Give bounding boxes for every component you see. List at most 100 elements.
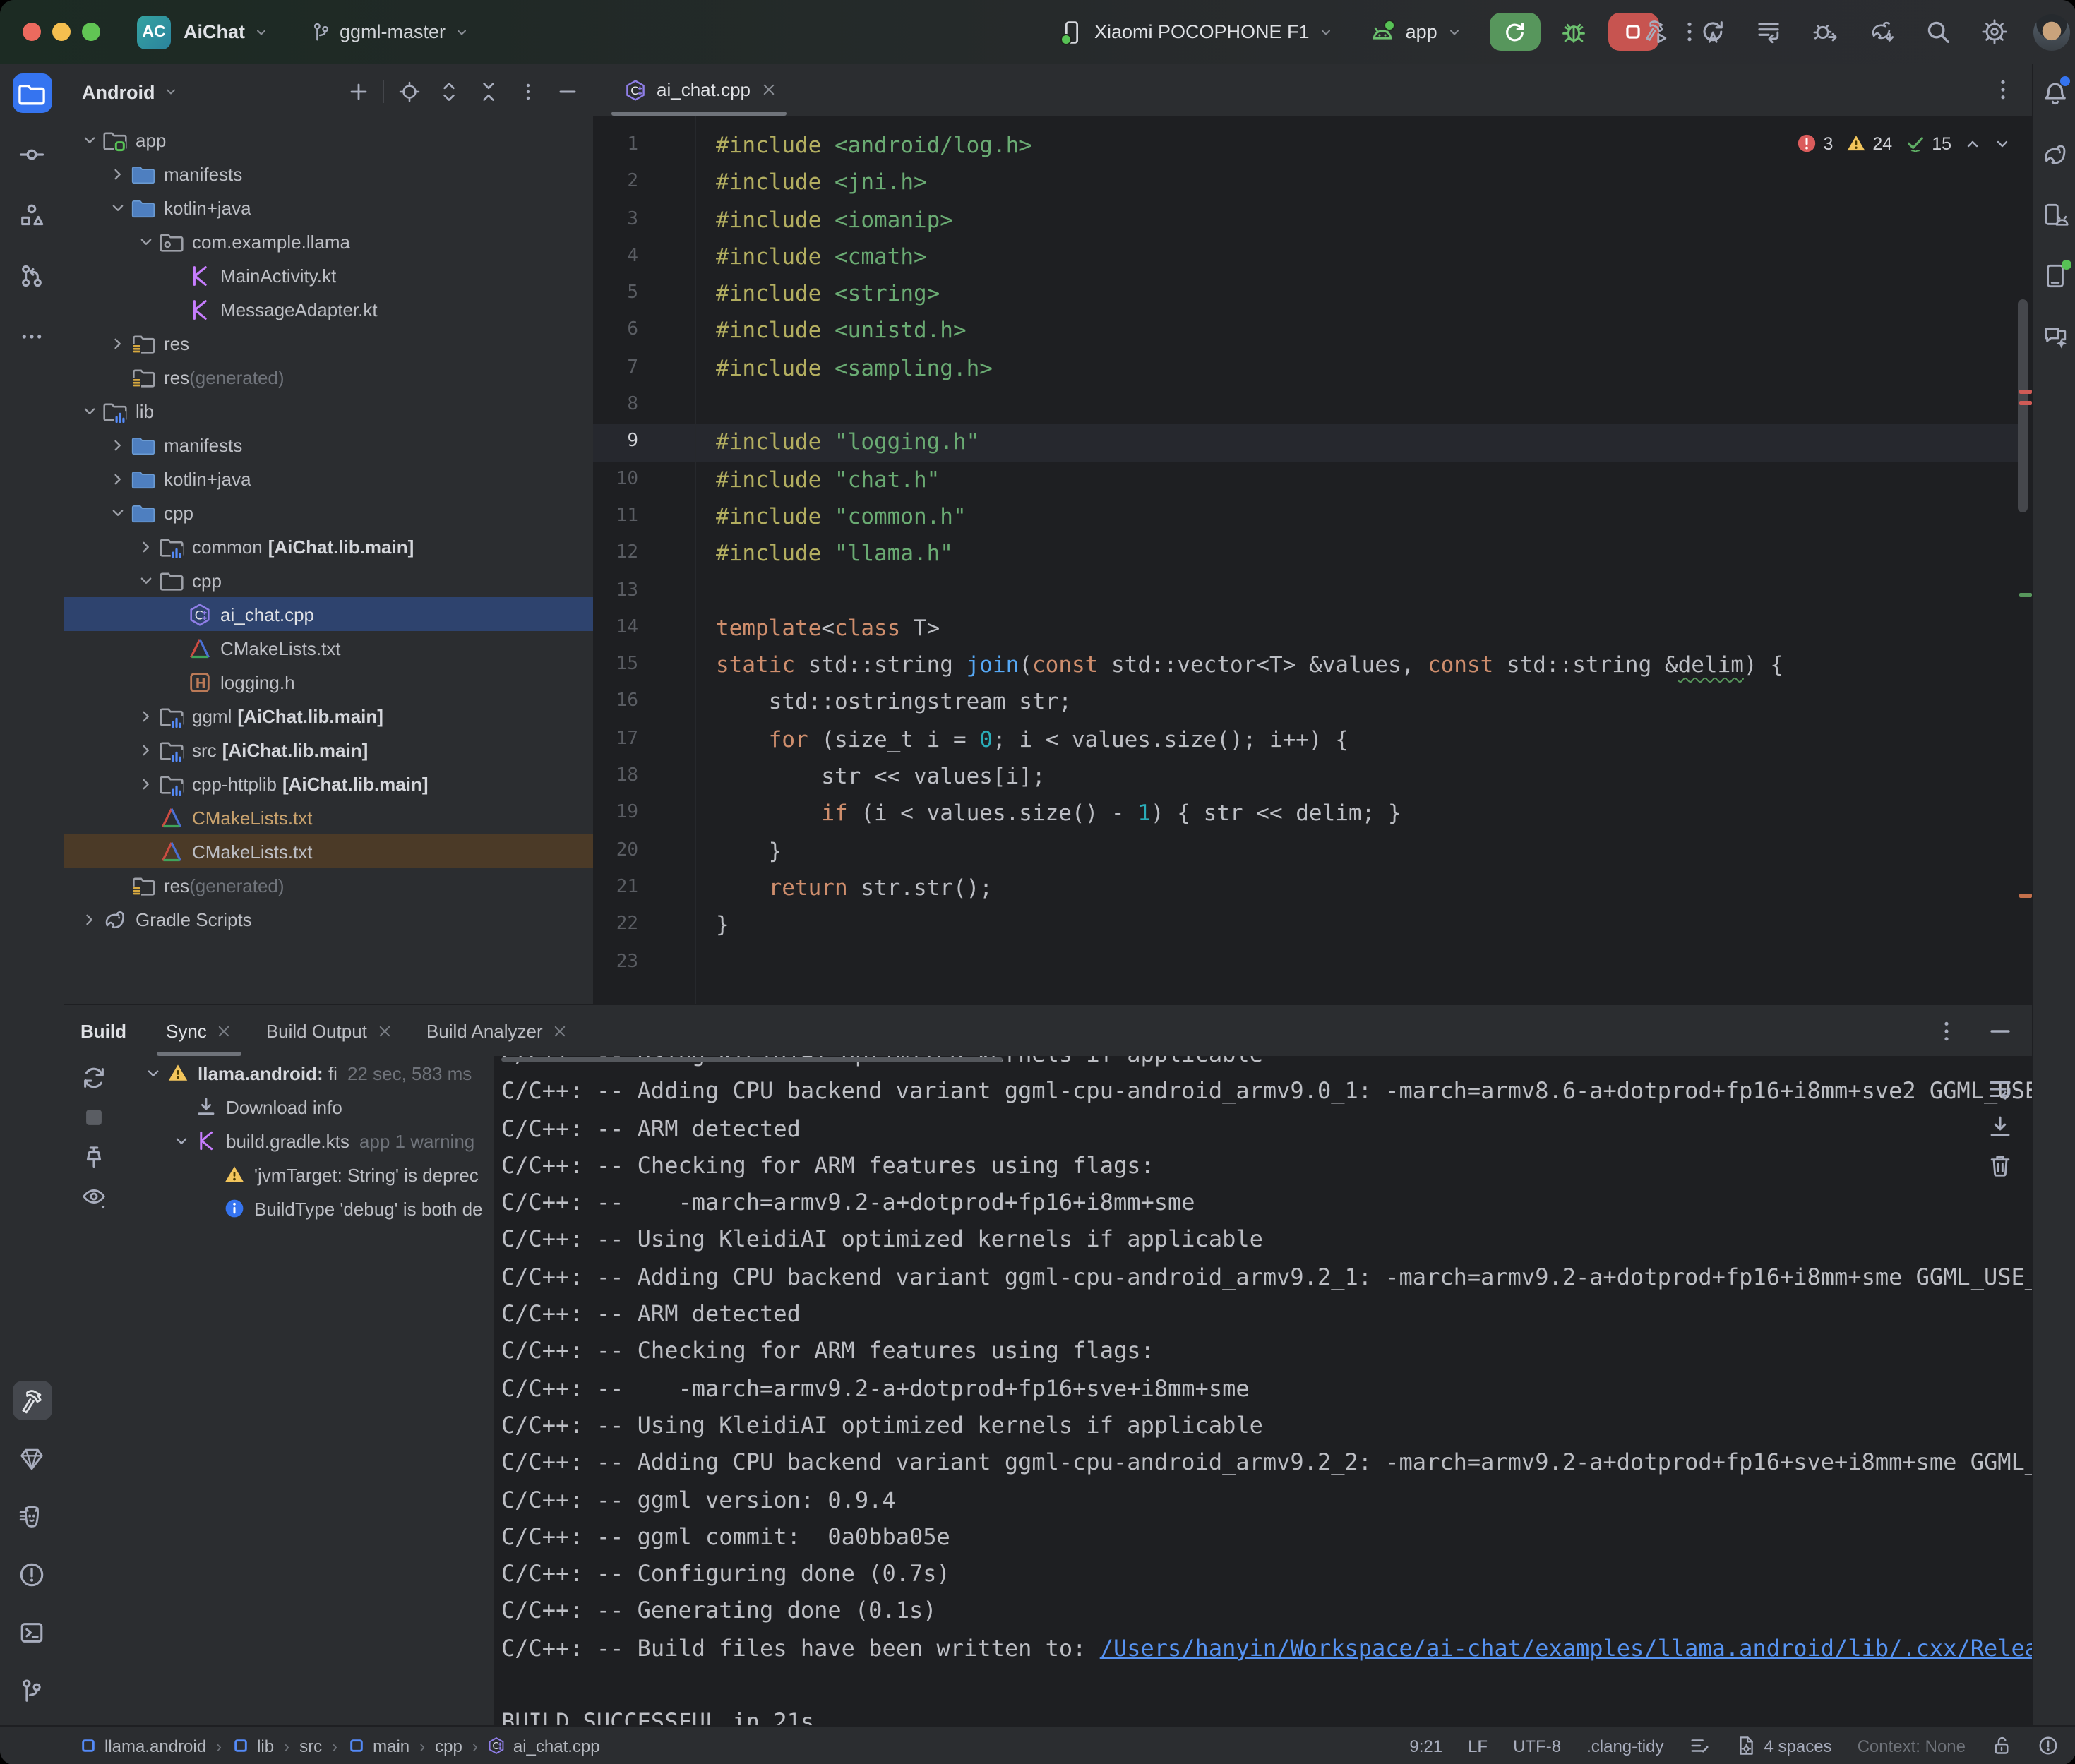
status-inspections-widget[interactable]: [2038, 1735, 2059, 1756]
log-trash-button[interactable]: [1984, 1149, 2015, 1180]
code-line-5[interactable]: 5#include <string>: [593, 275, 2033, 313]
code-area[interactable]: 1#include <android/log.h>2#include <jni.…: [593, 116, 2033, 1004]
attach-debugger-button[interactable]: [1807, 15, 1841, 49]
project-toolbar-kebab-button[interactable]: [513, 77, 542, 107]
stripe-structure-button[interactable]: [12, 195, 52, 234]
breadcrumb-item-ai-chat-cpp[interactable]: Cai_chat.cpp: [488, 1736, 600, 1756]
tree-item-mainactivity-kt[interactable]: MainActivity.kt: [64, 258, 593, 292]
vcs-stripe-mark[interactable]: [2019, 593, 2032, 597]
chevron-right-icon[interactable]: [106, 162, 128, 185]
chevron-right-icon[interactable]: [106, 433, 128, 456]
hide-build-button[interactable]: [1983, 1014, 2016, 1048]
build-tree-item[interactable]: Download info: [124, 1090, 494, 1124]
tree-item-res[interactable]: res: [64, 326, 593, 360]
build-tree-item[interactable]: BuildType 'debug' is both de: [124, 1192, 494, 1225]
build-toolbar-sync-refresh-button[interactable]: [78, 1062, 109, 1093]
build-toolbar-pin-button[interactable]: [78, 1141, 109, 1172]
code-line-19[interactable]: 19 if (i < values.size() - 1) { str << d…: [593, 796, 2033, 833]
tree-item-kotlin-java[interactable]: kotlin+java: [64, 191, 593, 224]
stripe-app-quality-insights-button[interactable]: [12, 1439, 52, 1478]
stripe-notifications-button[interactable]: [2038, 76, 2071, 110]
stripe-commit-button[interactable]: [12, 134, 52, 174]
tree-item-cpp-httplib[interactable]: cpp-httplib[AiChat.lib.main]: [64, 767, 593, 800]
tree-item-cmakelists-txt[interactable]: CMakeLists.txt: [64, 834, 593, 868]
chevron-down-icon[interactable]: [169, 1129, 192, 1152]
tree-item-gradle-scripts[interactable]: Gradle Scripts: [64, 902, 593, 936]
status-clang-tidy[interactable]: .clang-tidy: [1586, 1736, 1663, 1756]
tree-item-logging-h[interactable]: Hlogging.h: [64, 665, 593, 699]
debug-button[interactable]: [1557, 15, 1591, 49]
tree-item-app[interactable]: app: [64, 123, 593, 157]
breadcrumb-item-main[interactable]: main: [347, 1736, 409, 1756]
next-problem-button[interactable]: [1994, 135, 2011, 152]
code-line-12[interactable]: 12#include "llama.h": [593, 536, 2033, 573]
code-line-3[interactable]: 3#include <iomanip>: [593, 201, 2033, 239]
build-toolbar-stop-square-button[interactable]: [78, 1101, 109, 1132]
chevron-right-icon[interactable]: [106, 332, 128, 354]
code-line-20[interactable]: 20 }: [593, 832, 2033, 870]
project-switcher[interactable]: AiChat: [184, 21, 268, 42]
close-icon[interactable]: [217, 1023, 232, 1038]
close-icon[interactable]: [553, 1023, 568, 1038]
status-lock[interactable]: [1991, 1735, 2012, 1756]
chevron-down-icon[interactable]: [106, 196, 128, 219]
stripe-version-control-button[interactable]: [12, 1670, 52, 1710]
settings-button[interactable]: [1977, 15, 2011, 49]
tree-item-manifests[interactable]: manifests: [64, 428, 593, 462]
chevron-right-icon[interactable]: [106, 467, 128, 490]
warnings-badge[interactable]: 24: [1846, 133, 1892, 154]
breadcrumb-item-cpp[interactable]: cpp: [435, 1736, 462, 1756]
project-view-selector[interactable]: Android: [82, 81, 178, 102]
tree-item-cmakelists-txt[interactable]: CMakeLists.txt: [64, 631, 593, 665]
user-avatar[interactable]: [2033, 13, 2070, 50]
build-toolbar-view-options-button[interactable]: [78, 1180, 109, 1211]
close-icon[interactable]: [760, 82, 776, 97]
chevron-down-icon[interactable]: [78, 128, 100, 151]
tree-item-ai-chat-cpp[interactable]: Cai_chat.cpp: [64, 597, 593, 631]
editor-scrollbar[interactable]: [2018, 299, 2028, 512]
project-toolbar-expand-all-button[interactable]: [433, 77, 463, 107]
build-tree-item[interactable]: build.gradle.ktsapp 1 warning: [124, 1124, 494, 1158]
code-line-18[interactable]: 18 str << values[i];: [593, 758, 2033, 796]
code-line-14[interactable]: 14template<class T>: [593, 610, 2033, 647]
project-toolbar-collapse-all-button[interactable]: [473, 77, 503, 107]
run-config-selector[interactable]: app: [1370, 19, 1461, 44]
code-line-17[interactable]: 17 for (size_t i = 0; i < values.size();…: [593, 721, 2033, 759]
tree-item-cpp[interactable]: cpp: [64, 563, 593, 597]
error-stripe-mark[interactable]: [2019, 401, 2032, 405]
build-tab-build-output[interactable]: Build Output: [249, 1005, 409, 1056]
status-caret-position[interactable]: 9:21: [1409, 1736, 1442, 1756]
tree-item-res[interactable]: res (generated): [64, 360, 593, 394]
gradle-sync-button[interactable]: [1864, 15, 1898, 49]
build-tree-item[interactable]: 'jvmTarget: String' is deprec: [124, 1158, 494, 1192]
warning-stripe-mark[interactable]: [2019, 894, 2032, 898]
status-indent-size[interactable]: 4 spaces: [1736, 1735, 1832, 1756]
search-button[interactable]: [1920, 15, 1954, 49]
minimize-window-button[interactable]: [52, 23, 71, 41]
stripe-device-manager-button[interactable]: [2038, 198, 2071, 232]
breadcrumb-item-lib[interactable]: lib: [232, 1736, 274, 1756]
code-line-2[interactable]: 2#include <jni.h>: [593, 164, 2033, 202]
code-line-21[interactable]: 21 return str.str();: [593, 870, 2033, 907]
chevron-right-icon[interactable]: [134, 704, 157, 727]
stripe-project-button[interactable]: [12, 73, 52, 113]
stripe-logcat-button[interactable]: [12, 1496, 52, 1536]
code-line-10[interactable]: 10#include "chat.h": [593, 461, 2033, 498]
chevron-right-icon[interactable]: [134, 738, 157, 761]
chevron-right-icon[interactable]: [78, 908, 100, 930]
device-selector[interactable]: Xiaomi POCOPHONE F1: [1059, 19, 1334, 44]
tree-item-common[interactable]: common[AiChat.lib.main]: [64, 529, 593, 563]
tree-item-cpp[interactable]: cpp: [64, 496, 593, 529]
log-soft-wrap-button[interactable]: [1984, 1073, 2015, 1104]
passed-badge[interactable]: 15: [1905, 133, 1951, 154]
tree-item-res[interactable]: res (generated): [64, 868, 593, 902]
code-line-8[interactable]: 8: [593, 387, 2033, 424]
status-code-style[interactable]: [1690, 1735, 1711, 1756]
tree-item-kotlin-java[interactable]: kotlin+java: [64, 462, 593, 496]
code-line-16[interactable]: 16 std::ostringstream str;: [593, 684, 2033, 721]
status-encoding[interactable]: UTF-8: [1513, 1736, 1561, 1756]
chevron-down-icon[interactable]: [134, 230, 157, 253]
build-menu-button[interactable]: [1751, 15, 1785, 49]
prev-problem-button[interactable]: [1964, 135, 1981, 152]
inspections-widget[interactable]: 3 24 15: [1796, 133, 2011, 154]
